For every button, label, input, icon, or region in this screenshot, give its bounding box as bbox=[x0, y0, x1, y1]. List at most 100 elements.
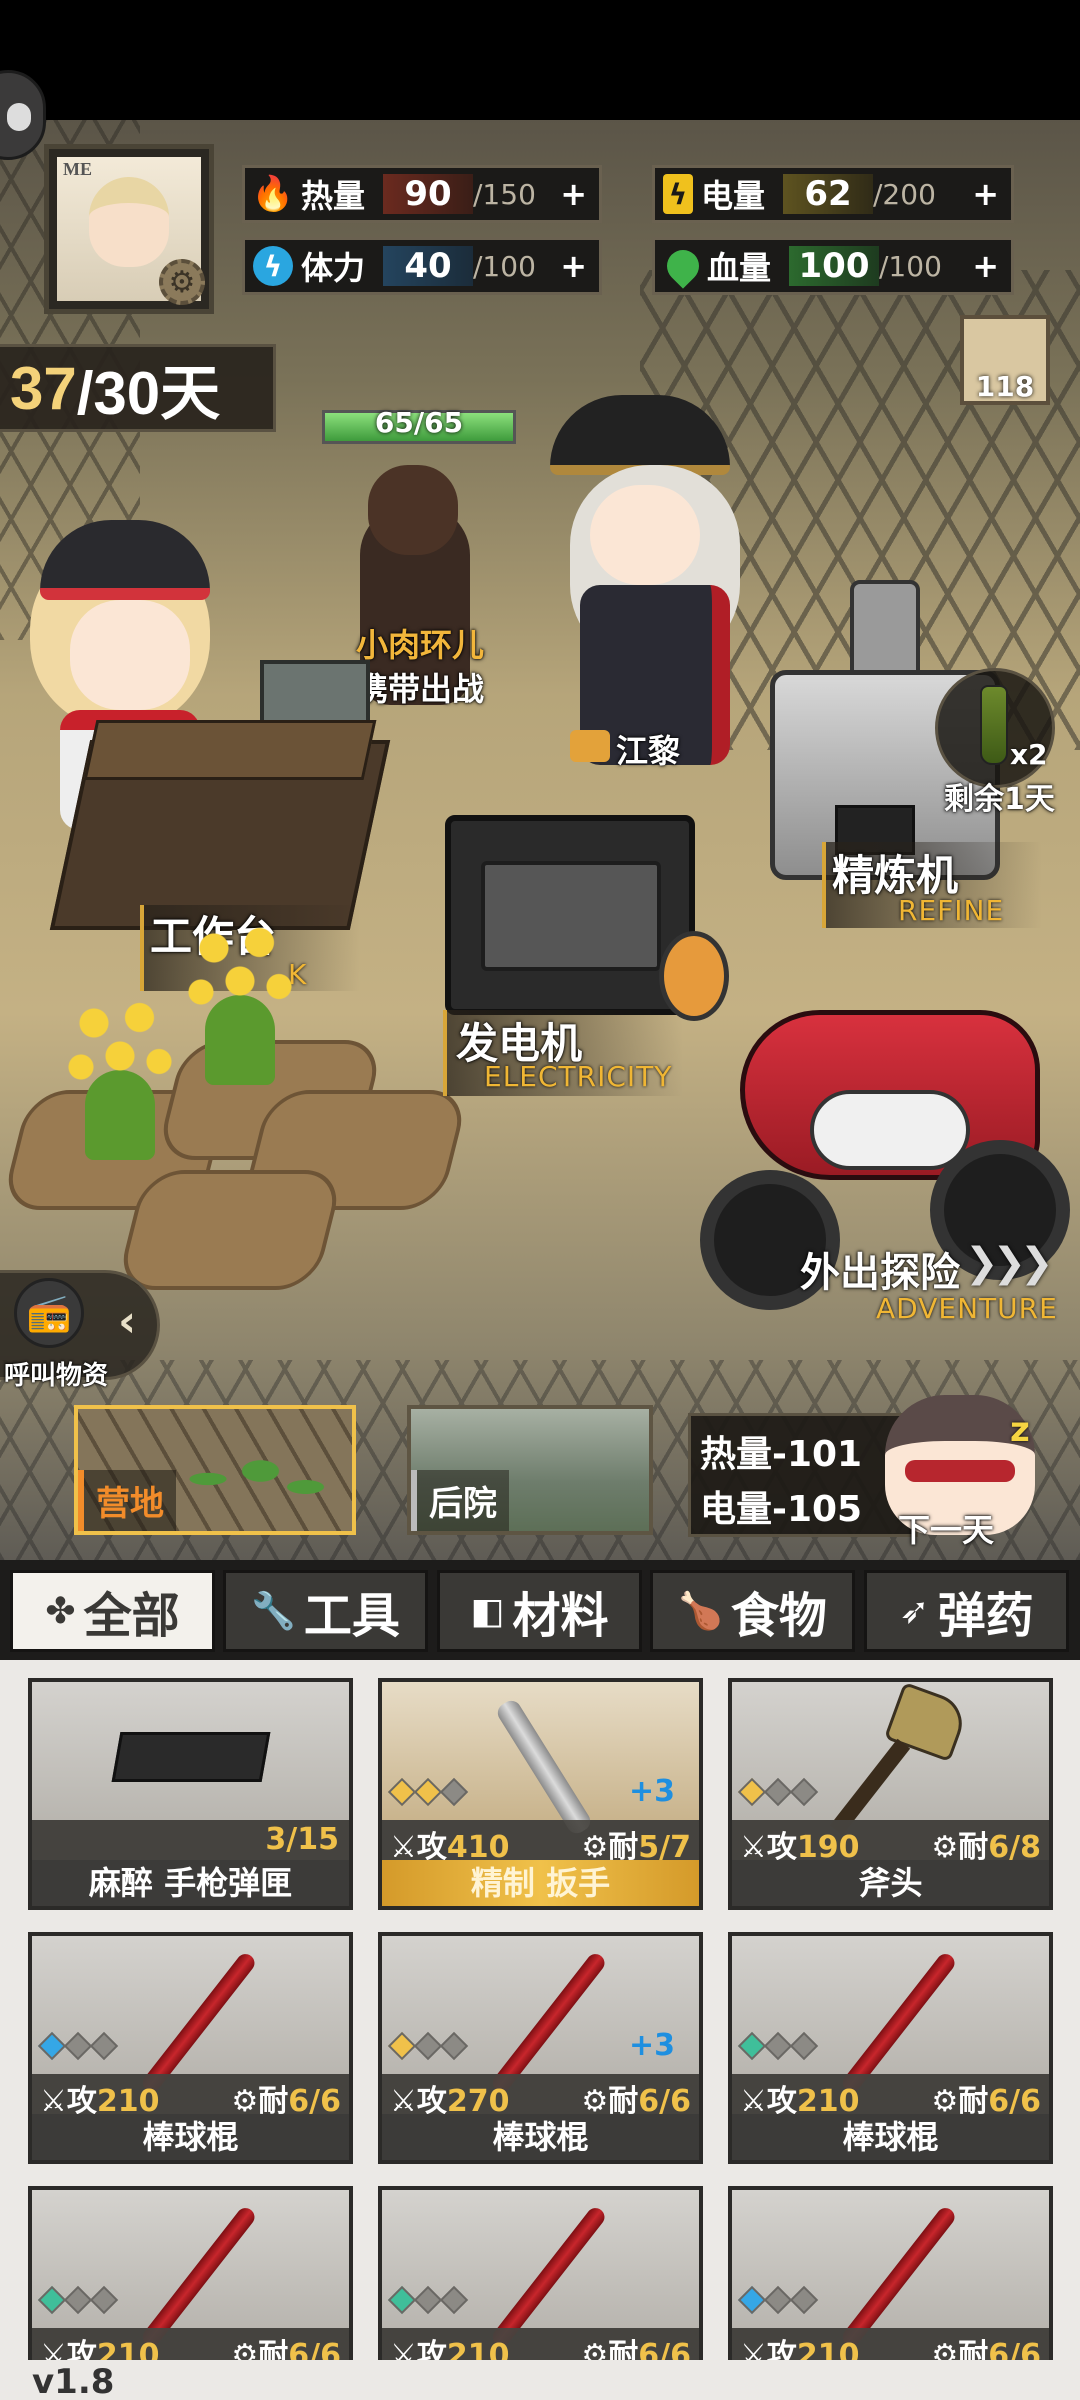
upgrade-level: +3 bbox=[628, 2028, 675, 2063]
tab-materials[interactable]: ◧ 材料 bbox=[437, 1570, 642, 1652]
heat-add-button[interactable]: + bbox=[560, 175, 587, 213]
generator[interactable] bbox=[445, 815, 729, 1021]
bullet-icon: ➶ bbox=[899, 1590, 930, 1632]
blood-drop-icon bbox=[660, 243, 706, 289]
item-name: 麻醉 手枪弹匣 bbox=[32, 1860, 349, 1906]
inventory-item-card[interactable]: +3 ⚔攻410 ⚙耐5/7 精制 扳手 bbox=[378, 1678, 703, 1910]
next-day-label: 下一天 bbox=[898, 1511, 995, 1549]
location-camp[interactable]: 营地 bbox=[74, 1405, 356, 1535]
blood-add-button[interactable]: + bbox=[972, 247, 999, 285]
tab-tools-label: 工具 bbox=[303, 1588, 400, 1644]
inventory-item-card[interactable]: ⚔攻210 ⚙耐6/6 棒球棍 bbox=[728, 1932, 1053, 2164]
power-add-button[interactable]: + bbox=[972, 175, 999, 213]
item-name: 棒球棍 bbox=[732, 2114, 1049, 2160]
chevron-left-icon: ‹ bbox=[118, 1296, 137, 1347]
day-counter: 37/30天 bbox=[0, 344, 276, 432]
rarity-indicator bbox=[737, 2285, 819, 2315]
inventory-grid: 3/15 麻醉 手枪弹匣 +3 ⚔攻410 ⚙耐5/7 精制 扳手 ⚔攻190 ⚙耐6/8 斧头… bbox=[0, 1660, 1080, 2360]
rapeseed-plant[interactable] bbox=[165, 915, 315, 1085]
rarity-indicator bbox=[387, 1777, 469, 1807]
tab-food[interactable]: 🍗 食物 bbox=[650, 1570, 855, 1652]
wrench-icon bbox=[494, 1697, 594, 1837]
stamina-add-button[interactable]: + bbox=[560, 247, 587, 285]
total-days: /30天 bbox=[76, 359, 221, 427]
radio-icon: 📻 bbox=[14, 1278, 84, 1348]
power-stat: ϟ 电量 62 /200 + bbox=[652, 165, 1014, 223]
sleep-mask bbox=[905, 1460, 1015, 1482]
blood-max: /100 bbox=[879, 249, 942, 283]
rarity-indicator bbox=[737, 2031, 819, 2061]
stamina-stat: ϟ 体力 40 /100 + bbox=[242, 237, 602, 295]
crossed-swords-icon: ⚔ bbox=[390, 2338, 417, 2360]
tab-food-label: 食物 bbox=[730, 1588, 827, 1644]
attack-stat: ⚔攻210 bbox=[40, 2330, 160, 2360]
item-stats: ⚔攻210 ⚙耐6/6 bbox=[32, 2328, 349, 2360]
inventory-item-card[interactable]: ⚔攻210 ⚙耐6/6 bbox=[378, 2186, 703, 2360]
rarity-indicator bbox=[387, 2031, 469, 2061]
flame-icon: 🔥 bbox=[251, 174, 295, 214]
inventory-item-card[interactable]: ⚔攻190 ⚙耐6/8 斧头 bbox=[728, 1678, 1053, 1910]
heat-value: 90 bbox=[383, 174, 473, 214]
item-stats: ⚔攻210 ⚙耐6/6 bbox=[732, 2074, 1049, 2119]
clover-icon: ✤ bbox=[45, 1590, 76, 1632]
stamina-label: 体力 bbox=[301, 249, 366, 287]
power-max: /200 bbox=[873, 177, 936, 211]
item-stats: ⚔攻210 ⚙耐6/6 bbox=[32, 2074, 349, 2119]
item-name: 精制 扳手 bbox=[382, 1860, 699, 1906]
shield-gear-icon: ⚙ bbox=[931, 2338, 959, 2360]
tab-ammo-label: 弹药 bbox=[937, 1588, 1034, 1644]
inventory-item-card[interactable]: ⚔攻210 ⚙耐6/6 bbox=[28, 2186, 353, 2360]
power-value: 62 bbox=[783, 174, 873, 214]
shield-gear-icon: ⚙ bbox=[581, 2338, 609, 2360]
mail-count: 118 bbox=[975, 370, 1035, 403]
inventory-item-card[interactable]: 3/15 麻醉 手枪弹匣 bbox=[28, 1678, 353, 1910]
item-stats: 3/15 bbox=[32, 1820, 349, 1860]
stamina-max: /100 bbox=[473, 249, 536, 283]
location-backyard[interactable]: 后院 bbox=[407, 1405, 653, 1535]
item-name: 棒球棍 bbox=[382, 2114, 699, 2160]
companion-name: 江黎 bbox=[616, 732, 681, 770]
ammo-item-image bbox=[32, 1682, 349, 1820]
durability-stat: ⚙耐6/6 bbox=[231, 2330, 341, 2360]
tab-ammo[interactable]: ➶ 弹药 bbox=[864, 1570, 1069, 1652]
generator-sub: ELECTRICITY bbox=[484, 1060, 673, 1093]
item-stats: ⚔攻210 ⚙耐6/6 bbox=[382, 2328, 699, 2360]
oil-bottle-icon bbox=[980, 685, 1008, 765]
dog-hp-text: 65/65 bbox=[374, 406, 464, 439]
blood-stat: 血量 100 /100 + bbox=[652, 237, 1014, 295]
attack-stat: ⚔攻210 bbox=[740, 2330, 860, 2360]
heat-stat: 🔥 热量 90 /150 + bbox=[242, 165, 602, 223]
item-stats: ⚔攻210 ⚙耐6/6 bbox=[732, 2328, 1049, 2360]
sleep-z-icon: z bbox=[1010, 1410, 1030, 1450]
inventory-item-card[interactable]: ⚔攻210 ⚙耐6/6 棒球棍 bbox=[28, 1932, 353, 2164]
refiner-remaining: 剩余1天 bbox=[944, 782, 1055, 817]
inventory-item-card[interactable]: ⚔攻210 ⚙耐6/6 bbox=[728, 2186, 1053, 2360]
shield-gear-icon: ⚙ bbox=[231, 2338, 259, 2360]
next-day-power-cost: 电量-105 bbox=[700, 1489, 863, 1530]
crossed-swords-icon: ⚔ bbox=[40, 2338, 67, 2360]
status-bar bbox=[0, 0, 1080, 120]
location-backyard-label: 后院 bbox=[411, 1470, 509, 1531]
item-name: 棒球棍 bbox=[32, 2114, 349, 2160]
tab-tools[interactable]: 🔧 工具 bbox=[223, 1570, 428, 1652]
settings-gear-icon[interactable]: ⚙ bbox=[159, 259, 205, 305]
inventory-item-card[interactable]: +3 ⚔攻270 ⚙耐6/6 棒球棍 bbox=[378, 1932, 703, 2164]
player-avatar[interactable]: ME ⚙ bbox=[44, 144, 214, 314]
battery-icon: ϟ bbox=[663, 174, 693, 214]
tab-all-label: 全部 bbox=[83, 1588, 180, 1644]
blood-value: 100 bbox=[789, 246, 879, 286]
version-label: v1.8 bbox=[32, 2362, 115, 2400]
magazine-icon bbox=[111, 1732, 271, 1782]
heat-max: /150 bbox=[473, 177, 536, 211]
current-day: 37 bbox=[10, 354, 77, 422]
companion-character[interactable] bbox=[530, 395, 770, 765]
attack-stat: ⚔攻210 bbox=[390, 2330, 510, 2360]
avatar-tag: ME bbox=[63, 159, 92, 179]
tab-all[interactable]: ✤ 全部 bbox=[10, 1570, 215, 1652]
farm-plot[interactable] bbox=[115, 1170, 345, 1290]
heat-label: 热量 bbox=[301, 177, 366, 215]
item-stats: ⚔攻410 ⚙耐5/7 bbox=[382, 1820, 699, 1865]
adventure-label[interactable]: 外出探险 bbox=[800, 1240, 960, 1298]
crossed-swords-icon: ⚔ bbox=[740, 2338, 767, 2360]
ammo-count: 3/15 bbox=[265, 1822, 339, 1857]
